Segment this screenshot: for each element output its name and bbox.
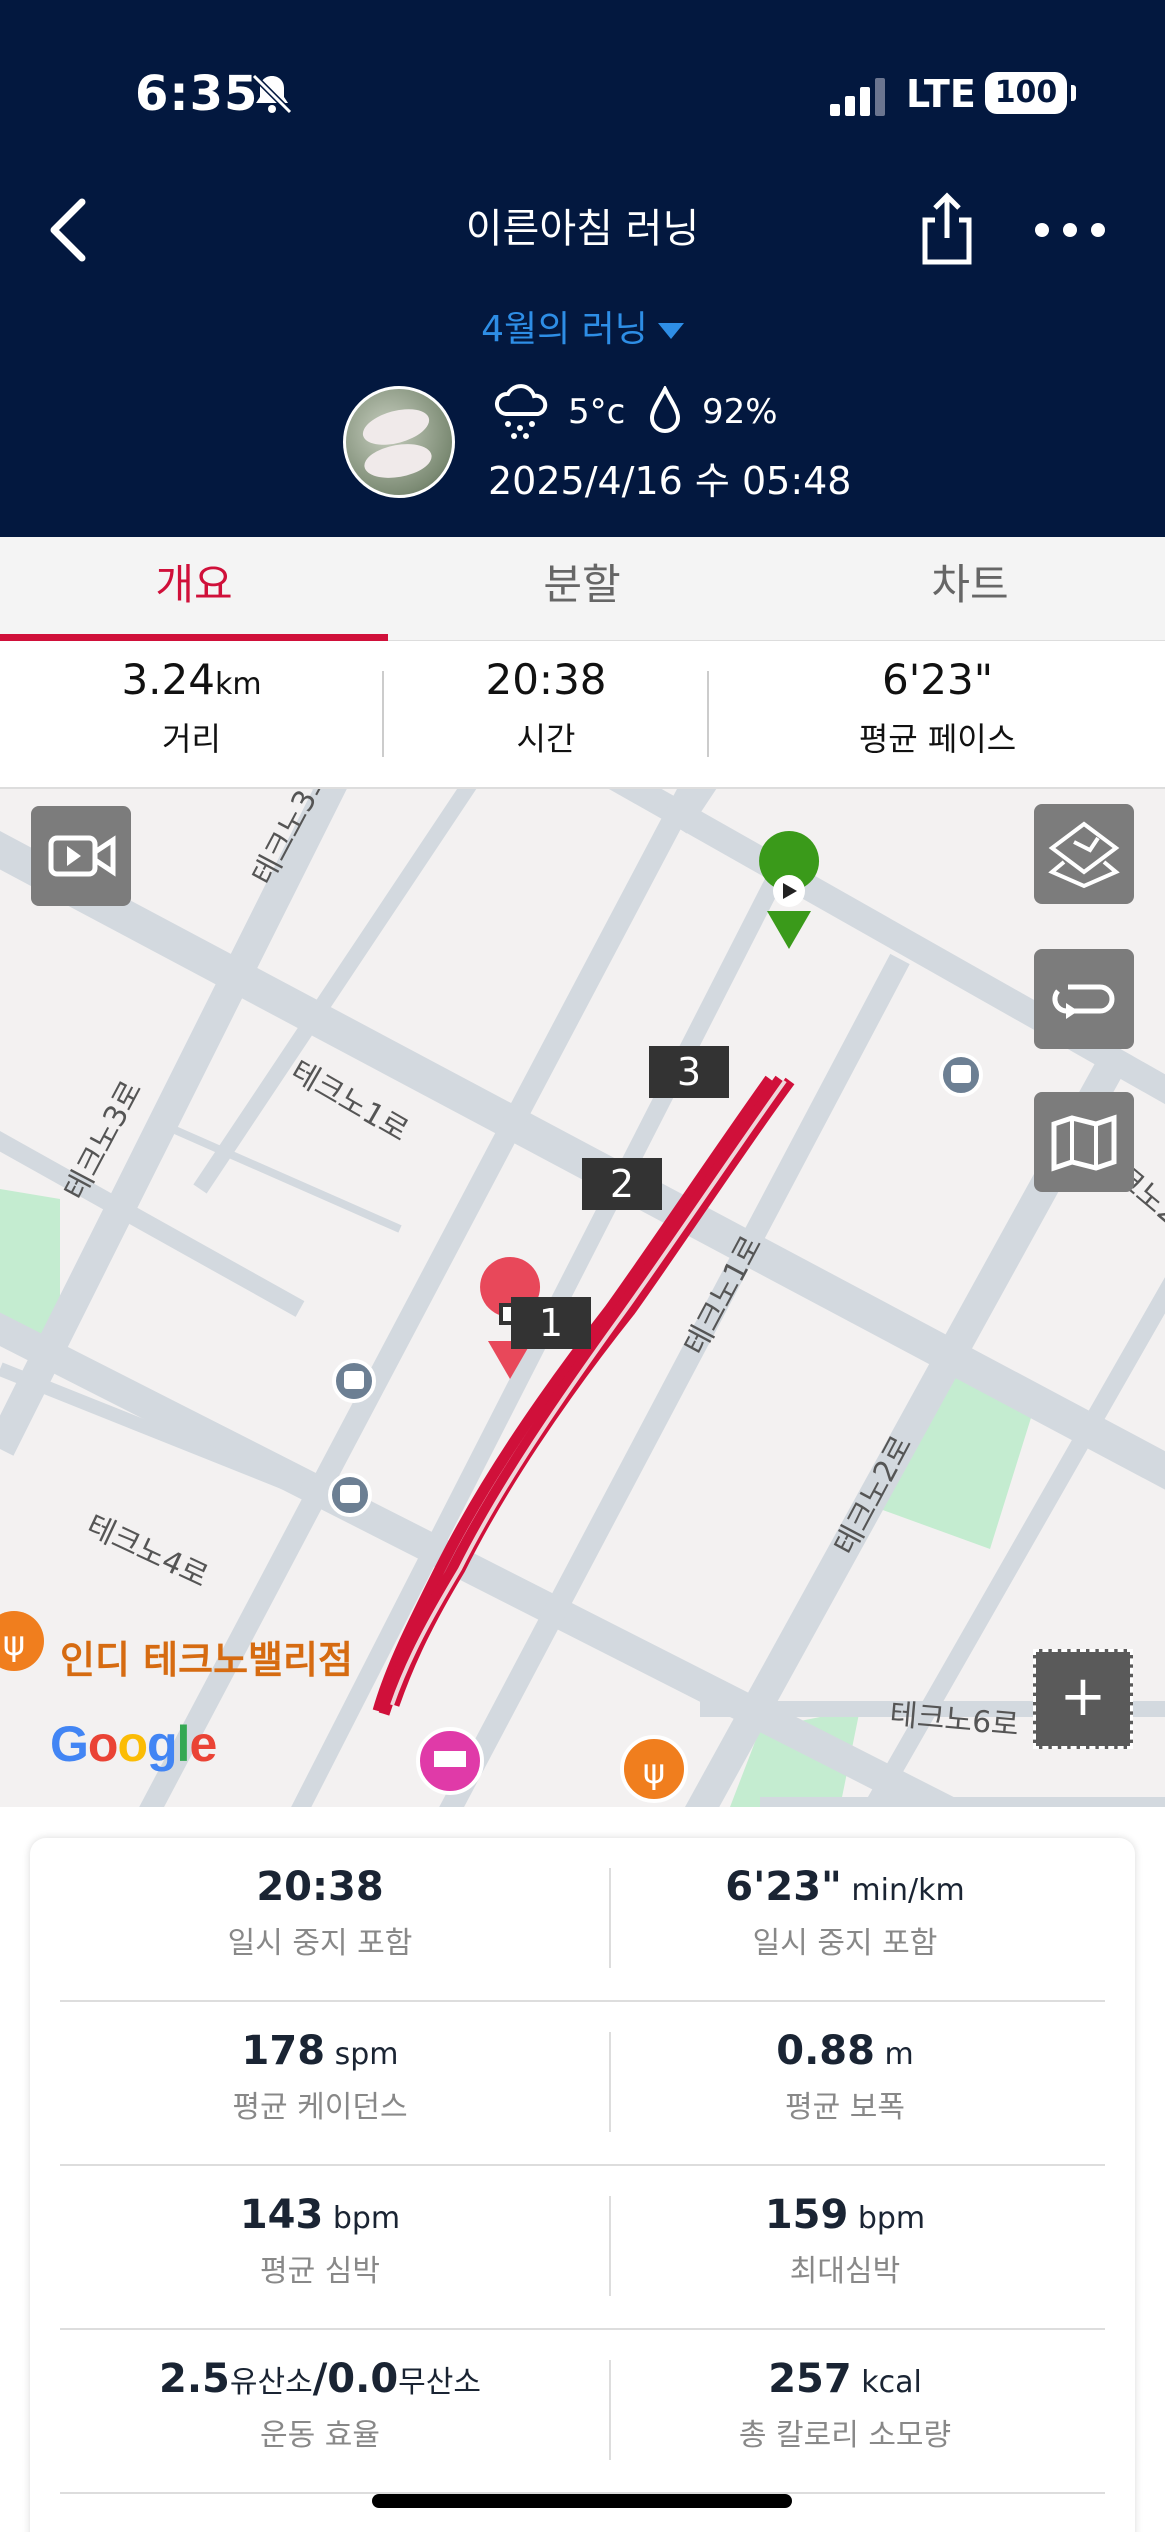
stat-value: 0.88 xyxy=(776,2028,875,2074)
battery-indicator: 100 xyxy=(985,72,1076,114)
map-view-button[interactable] xyxy=(1034,1092,1134,1192)
pace-label: 평균 페이스 xyxy=(858,720,1017,758)
stat-avg-pace: 6'23" min/km 일시 중지 포함 xyxy=(585,1838,1105,1962)
poi-label: 인디 테크노밸리점 xyxy=(60,1638,353,1682)
km-marker: 3 xyxy=(649,1046,729,1098)
stat-label: 평균 심박 xyxy=(260,2254,380,2289)
stat-value: 2.5 xyxy=(159,2356,230,2402)
header: 6:35 LTE 100 이른아침 러닝 4월의 러닝 5°c 92% 2025… xyxy=(0,0,1165,537)
km-marker: 1 xyxy=(511,1297,591,1349)
tab-charts[interactable]: 차트 xyxy=(776,537,1164,641)
svg-text:ψ: ψ xyxy=(3,1624,25,1664)
avatar-image xyxy=(362,409,432,478)
distance-unit: km xyxy=(214,667,262,702)
stat-unit: kcal xyxy=(851,2365,922,2400)
loop-button[interactable] xyxy=(1034,949,1134,1049)
stat-label: 평균 보폭 xyxy=(785,2090,905,2125)
bus-stop-icon xyxy=(939,1053,983,1097)
stat-label: 총 칼로리 소모량 xyxy=(738,2418,952,2453)
tab-overview[interactable]: 개요 xyxy=(0,537,388,641)
restaurant-pin-icon: ψ xyxy=(620,1735,688,1803)
stats-card: 20:38 일시 중지 포함 6'23" min/km 일시 중지 포함 178… xyxy=(30,1838,1135,2532)
summary-distance: 3.24km 거리 xyxy=(0,641,383,789)
stat-unit: bpm xyxy=(323,2201,401,2236)
bus-stop-icon xyxy=(332,1359,376,1403)
bell-off-icon xyxy=(251,73,293,115)
stat-calories: 257 kcal 총 칼로리 소모량 xyxy=(585,2330,1105,2454)
time-value: 20:38 xyxy=(485,655,607,704)
stat-row: 143 bpm 평균 심박 159 bpm 최대심박 xyxy=(60,2166,1105,2330)
tab-bar: 개요 분할 차트 xyxy=(0,537,1165,641)
stat-value: 143 xyxy=(239,2192,324,2238)
stat-label: 운동 효율 xyxy=(260,2418,380,2453)
stat-stride: 0.88 m 평균 보폭 xyxy=(585,2002,1105,2126)
stat-cadence: 178 spm 평균 케이던스 xyxy=(60,2002,580,2126)
restaurant-pin-icon: ψ xyxy=(0,1611,44,1671)
stat-max-hr: 159 bpm 최대심박 xyxy=(585,2166,1105,2290)
avatar[interactable] xyxy=(343,386,455,498)
network-type: LTE xyxy=(906,72,976,116)
folded-map-icon xyxy=(1051,1114,1117,1172)
stat-unit: bpm xyxy=(848,2201,926,2236)
distance-value: 3.24 xyxy=(121,655,215,704)
summary-pace: 6'23" 평균 페이스 xyxy=(710,641,1165,789)
run-datetime: 2025/4/16 수 05:48 xyxy=(488,459,852,503)
loop-icon xyxy=(1052,984,1115,1019)
tab-splits[interactable]: 분할 xyxy=(388,537,776,641)
signal-icon xyxy=(830,78,885,116)
month-selector[interactable]: 4월의 러닝 xyxy=(0,300,1165,352)
stat-value: 159 xyxy=(764,2192,849,2238)
active-tab-indicator xyxy=(0,634,388,641)
divider xyxy=(707,671,709,757)
stat-unit: m xyxy=(874,2037,914,2072)
stat-row: 178 spm 평균 케이던스 0.88 m 평균 보폭 xyxy=(60,2002,1105,2166)
google-logo: Google xyxy=(50,1716,217,1772)
stat-training-effect: 2.5유산소/0.0무산소 운동 효율 xyxy=(60,2330,580,2454)
stat-value: 20:38 xyxy=(256,1864,384,1910)
zoom-in-button[interactable]: + xyxy=(1033,1649,1133,1749)
summary-bar: 3.24km 거리 20:38 시간 6'23" 평균 페이스 xyxy=(0,641,1165,789)
more-options-button[interactable] xyxy=(1030,210,1110,250)
stat-label: 최대심박 xyxy=(789,2254,901,2289)
bus-stop-icon xyxy=(328,1473,372,1517)
status-time: 6:35 xyxy=(135,66,259,122)
pace-value: 6'23" xyxy=(881,655,994,704)
stat-value: 178 xyxy=(241,2028,326,2074)
stat-unit: 유산소 xyxy=(229,2365,313,2400)
map-style-button[interactable] xyxy=(1034,804,1134,904)
stat-row: 2.5유산소/0.0무산소 운동 효율 257 kcal 총 칼로리 소모량 xyxy=(60,2330,1105,2494)
share-button[interactable] xyxy=(915,192,979,266)
caret-down-icon xyxy=(657,323,684,339)
cloud-snow-icon xyxy=(495,384,548,439)
stat-unit: min/km xyxy=(841,1873,965,1908)
video-replay-button[interactable] xyxy=(31,806,131,906)
km-marker: 2 xyxy=(582,1158,662,1210)
stat-row: 20:38 일시 중지 포함 6'23" min/km 일시 중지 포함 xyxy=(60,1838,1105,2002)
page-title: 이른아침 러닝 xyxy=(465,206,700,252)
route-map[interactable]: ψ ψ 테크노3로 테크노1로 테크노3로 테크노1로 테크노2로 테크노2로 … xyxy=(0,789,1165,1807)
stat-value-2: /0.0 xyxy=(312,2356,399,2402)
stat-value: 6'23" xyxy=(725,1864,842,1910)
summary-time: 20:38 시간 xyxy=(384,641,708,789)
map-layers-icon xyxy=(1048,821,1120,889)
stat-unit: spm xyxy=(325,2037,399,2072)
humidity-drop-icon xyxy=(649,386,681,433)
time-label: 시간 xyxy=(516,720,576,758)
distance-label: 거리 xyxy=(162,720,221,758)
home-indicator[interactable] xyxy=(372,2494,792,2508)
video-camera-icon xyxy=(48,835,116,877)
stat-total-time: 20:38 일시 중지 포함 xyxy=(60,1838,580,1962)
stat-label: 일시 중지 포함 xyxy=(227,1926,413,1961)
stat-label: 일시 중지 포함 xyxy=(752,1926,938,1961)
month-selector-label: 4월의 러닝 xyxy=(481,309,648,350)
temperature: 5°c xyxy=(568,392,626,432)
stat-label: 평균 케이던스 xyxy=(232,2090,408,2125)
hotel-pin-icon xyxy=(416,1727,484,1795)
humidity: 92% xyxy=(702,392,778,432)
stat-avg-hr: 143 bpm 평균 심박 xyxy=(60,2166,580,2290)
stat-value: 257 xyxy=(768,2356,852,2402)
svg-text:ψ: ψ xyxy=(643,1752,665,1792)
stat-unit-2: 무산소 xyxy=(398,2365,481,2400)
